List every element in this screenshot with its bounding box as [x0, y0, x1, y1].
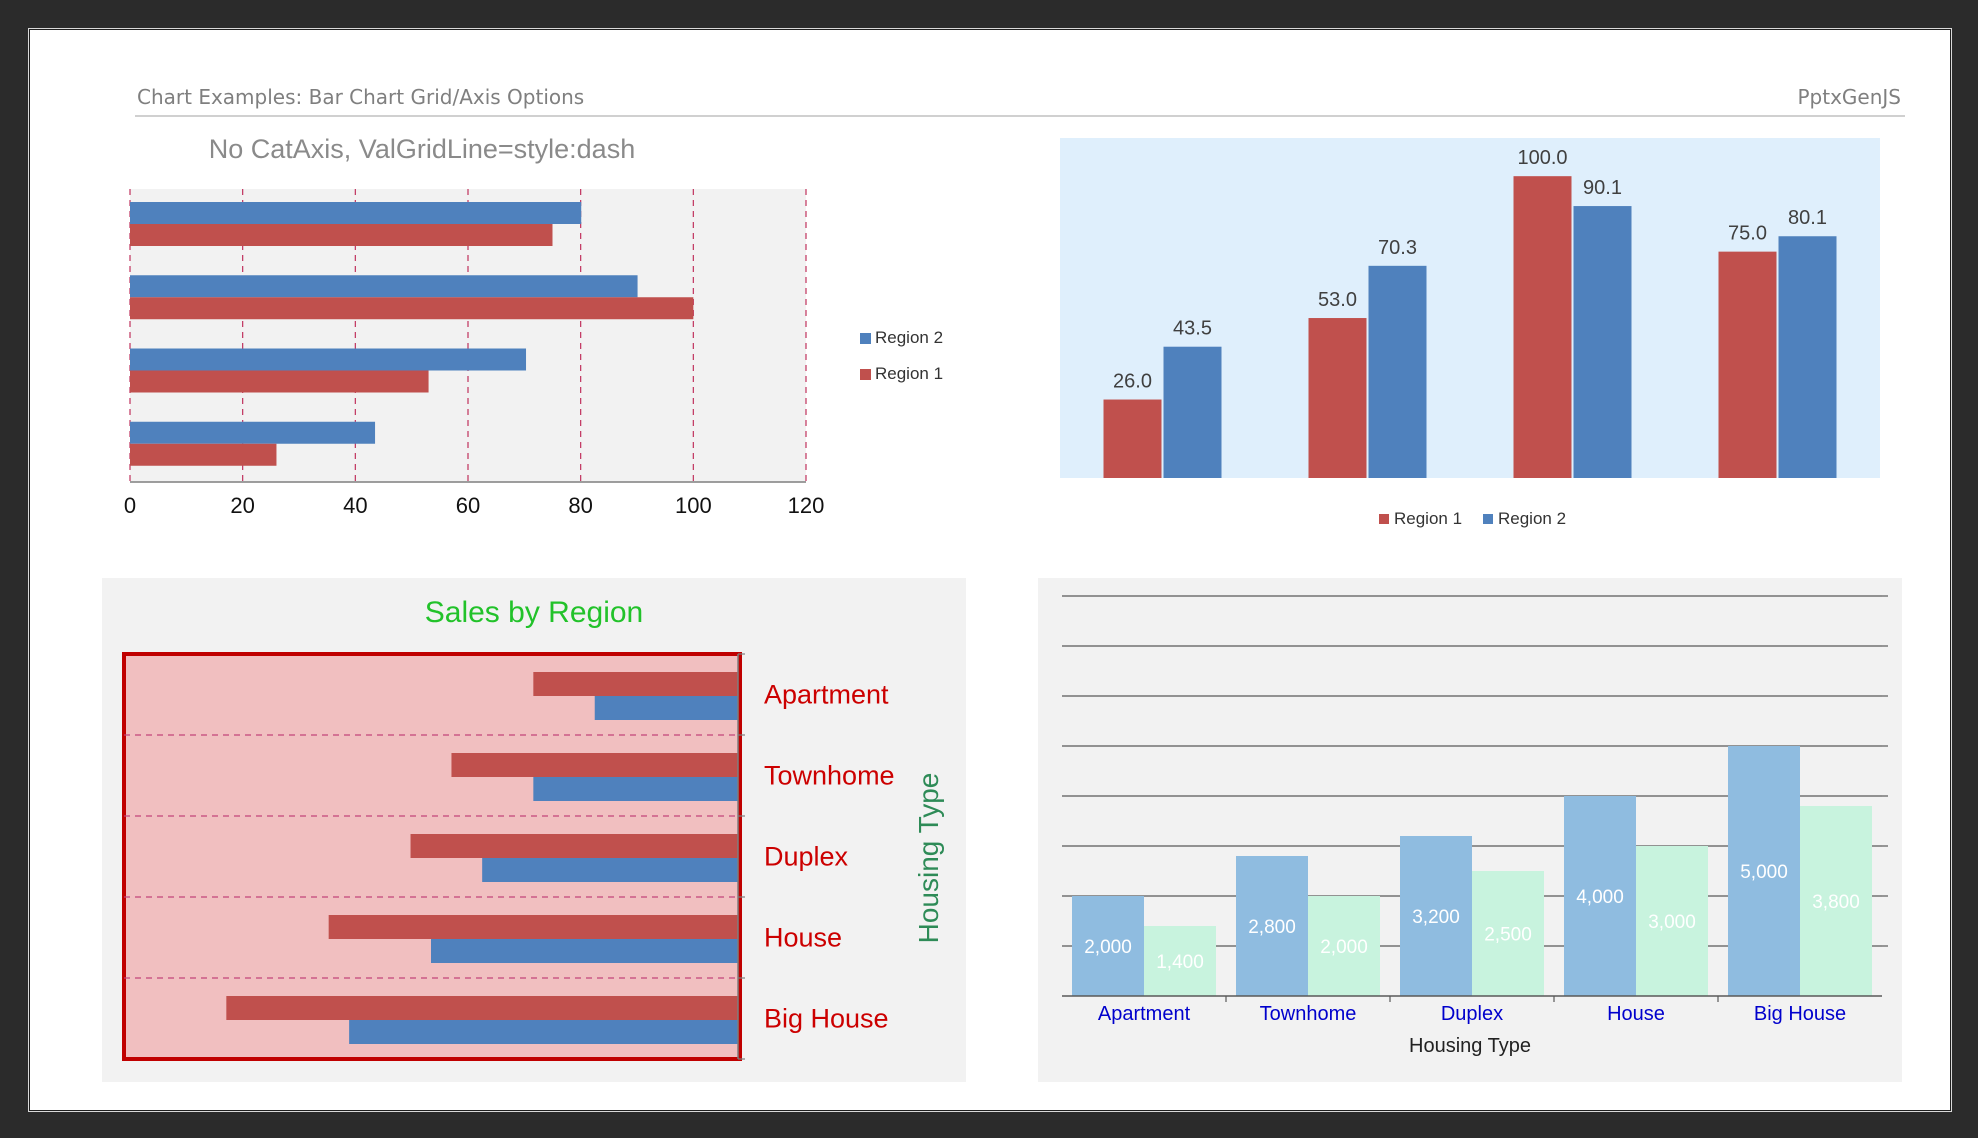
data-label: 80.1	[1788, 207, 1827, 229]
legend-label-region-2: Region 2	[875, 328, 943, 347]
data-label: 75.0	[1728, 223, 1767, 245]
category-label: Duplex	[764, 842, 849, 872]
legend-label-region-2: Region 2	[1498, 509, 1566, 528]
category-label: Apartment	[1098, 1003, 1191, 1025]
category-label: Townhome	[764, 761, 895, 791]
bar-series-2	[594, 696, 738, 720]
chart-sales-by-region: Sales by Region Apartment Townhome Duplex H…	[102, 578, 966, 1082]
bar-region-1	[1308, 318, 1367, 478]
bar-region-1	[130, 370, 429, 393]
bar-series-2	[431, 939, 738, 963]
x-tick-label: 80	[568, 493, 592, 518]
bar-region-1	[1103, 399, 1162, 478]
data-label: 5,000	[1740, 862, 1788, 883]
legend: Region 2 Region 1	[860, 328, 943, 383]
x-tick-label: 60	[456, 493, 480, 518]
legend-swatch-region-1	[1379, 514, 1389, 524]
legend-swatch-region-2	[1483, 514, 1493, 524]
bar-region-2	[1778, 236, 1837, 478]
value-axis-ticks: 0 20 40 60 80 100 120	[124, 493, 824, 518]
data-label: 3,000	[1648, 912, 1696, 933]
slide-title: Chart Examples: Bar Chart Grid/Axis Opti…	[137, 85, 585, 109]
data-label: 1,400	[1156, 952, 1204, 973]
legend-label-region-1: Region 1	[875, 364, 943, 383]
bar-series-1	[410, 834, 738, 858]
bar-region-2	[1368, 265, 1427, 478]
x-tick-label: 0	[124, 493, 136, 518]
bar-region-2	[1573, 206, 1632, 478]
bar-series-1	[533, 672, 738, 696]
bar-series-2	[349, 1020, 738, 1044]
chart-no-cataxis-dash-grid: No CatAxis, ValGridLine=style:dash 0 20 40…	[124, 134, 943, 518]
bar-region-2	[130, 202, 582, 224]
category-axis-title: Housing Type	[913, 773, 944, 944]
bar-series-1	[328, 915, 738, 939]
data-label: 3,200	[1412, 907, 1460, 928]
bar-region-1	[1718, 251, 1777, 478]
bar-series-2	[482, 858, 738, 882]
data-label: 90.1	[1583, 177, 1622, 199]
slide-header: Chart Examples: Bar Chart Grid/Axis Opti…	[135, 81, 1905, 117]
legend-label-region-1: Region 1	[1394, 509, 1462, 528]
data-label: 4,000	[1576, 887, 1624, 908]
bar-region-1	[130, 224, 553, 246]
chart-title: Sales by Region	[425, 596, 643, 629]
category-axis-title: Housing Type	[1409, 1035, 1531, 1057]
data-label: 2,800	[1248, 917, 1296, 938]
category-label: House	[1607, 1003, 1665, 1025]
category-label: Big House	[764, 1004, 889, 1034]
bar-region-2	[130, 275, 638, 298]
data-label: 2,000	[1084, 937, 1132, 958]
bar-region-2	[1163, 346, 1222, 478]
bar-region-2	[130, 348, 527, 371]
category-label: Apartment	[764, 680, 889, 710]
category-label: Duplex	[1441, 1003, 1503, 1025]
category-label: Townhome	[1260, 1003, 1357, 1025]
legend-swatch-region-2	[860, 333, 871, 344]
data-label: 53.0	[1318, 289, 1357, 311]
bar-region-1	[130, 297, 694, 320]
x-tick-label: 40	[343, 493, 367, 518]
data-label: 3,800	[1812, 892, 1860, 913]
bar-series-1	[451, 753, 738, 777]
chart-housing-type-columns: 2,000 1,400 2,800 2,000 3,200 2,500 4,000 3,000…	[1038, 578, 1902, 1082]
bar-series-1	[226, 996, 738, 1020]
x-tick-label: 20	[230, 493, 254, 518]
data-label: 2,500	[1484, 925, 1532, 946]
bar-region-1	[130, 443, 277, 466]
data-label: 26.0	[1113, 371, 1152, 393]
bar-series-2	[533, 777, 738, 801]
chart-column-data-labels: 26.0 43.5 53.0 70.3 100.0 90.1 75.0 80.1 Region…	[1060, 138, 1880, 528]
legend: Region 1 Region 2	[1379, 509, 1566, 528]
data-label: 100.0	[1517, 147, 1567, 169]
chart-title: No CatAxis, ValGridLine=style:dash	[209, 134, 635, 164]
bar-region-1	[1513, 176, 1572, 478]
x-tick-label: 120	[788, 493, 825, 518]
data-label: 43.5	[1173, 318, 1212, 340]
category-label: House	[764, 923, 842, 953]
legend-swatch-region-1	[860, 369, 871, 380]
data-label: 70.3	[1378, 237, 1417, 259]
data-label: 2,000	[1320, 937, 1368, 958]
category-label: Big House	[1754, 1003, 1846, 1025]
bar-region-2	[130, 421, 376, 444]
slide-brand: PptxGenJS	[1797, 85, 1901, 109]
x-tick-label: 100	[675, 493, 712, 518]
